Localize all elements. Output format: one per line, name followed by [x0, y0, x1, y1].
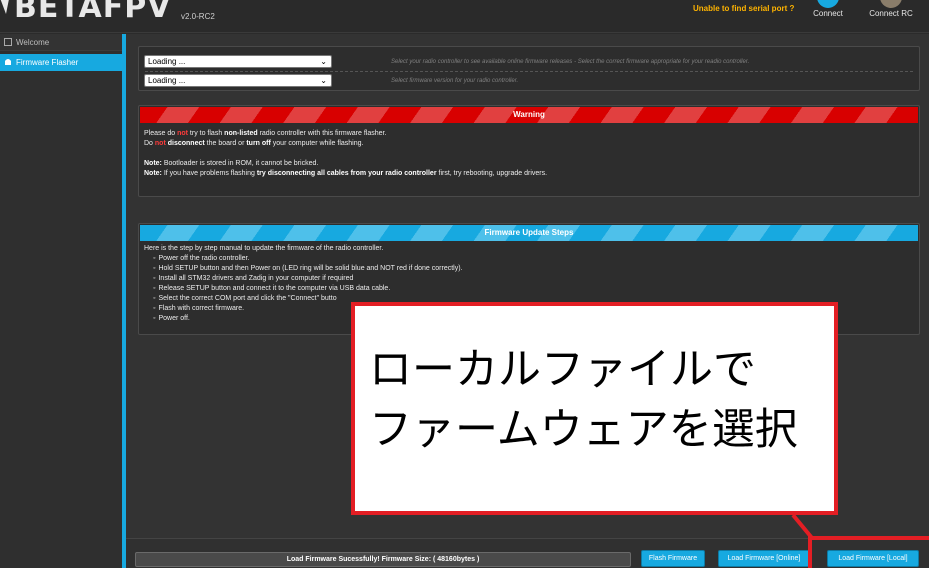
list-item: Power off the radio controller. — [158, 254, 463, 264]
connect-rc-icon — [880, 0, 902, 8]
note-text: first, try rebooting, upgrade drivers. — [436, 170, 548, 177]
sidebar-item-label: Welcome — [16, 38, 50, 47]
warning-bold: non-listed — [224, 130, 258, 137]
betafpv-logo-icon — [0, 0, 9, 14]
annotation-callout: ローカルファイルで ファームウェアを選択 — [351, 302, 838, 515]
warning-panel: Warning Please do not try to flash non-l… — [138, 105, 920, 197]
connect-icon — [817, 0, 839, 8]
app-header: BETAFPV v2.0-RC2 Unable to find serial p… — [0, 0, 929, 33]
warning-line-2: Do not disconnect the board or turn off … — [144, 139, 363, 149]
load-status: Load Firmware Sucessfully! Firmware Size… — [135, 552, 631, 567]
note-text: Bootloader is stored in ROM, it cannot b… — [161, 160, 319, 167]
note-bold: try disconnecting all cables from your r… — [256, 170, 437, 177]
radio-controller-hint: Select your radio controller to see avai… — [391, 59, 750, 65]
firmware-version-select[interactable]: Loading ... ⌄ — [144, 74, 332, 87]
connect-rc-label: Connect RC — [869, 9, 913, 18]
serial-port-message[interactable]: Unable to find serial port ? — [693, 4, 794, 13]
connect-rc-button[interactable]: Connect RC — [866, 0, 916, 33]
divider — [145, 71, 913, 72]
warning-bold: disconnect — [167, 140, 205, 147]
warning-text: your computer while flashing. — [270, 140, 364, 147]
app-logo: BETAFPV — [14, 0, 172, 25]
note-label: Note: — [144, 170, 162, 177]
warning-title: Warning — [140, 107, 918, 123]
firmware-version-hint: Select firmware version for your radio c… — [391, 78, 519, 84]
warning-bold: turn off — [246, 140, 271, 147]
firmware-version-select-value: Loading ... — [148, 76, 186, 85]
callout-line-1: ローカルファイルで — [369, 345, 756, 395]
warning-text: Please do — [144, 130, 178, 137]
warning-text: try to flash — [187, 130, 225, 137]
note-label: Note: — [144, 160, 162, 167]
android-icon — [5, 59, 11, 65]
app-version: v2.0-RC2 — [181, 12, 215, 21]
list-item: Hold SETUP button and then Power on (LED… — [158, 264, 462, 274]
list-item: Release SETUP button and connect it to t… — [158, 284, 463, 294]
callout-line-2: ファームウェアを選択 — [369, 405, 798, 455]
chevron-down-icon: ⌄ — [320, 76, 327, 85]
bottom-toolbar: Load Firmware Sucessfully! Firmware Size… — [126, 538, 929, 568]
warning-text: radio controller with this firmware flas… — [257, 130, 387, 137]
callout-text: ローカルファイルで ファームウェアを選択 — [369, 340, 798, 460]
note-text: If you have problems flashing — [161, 170, 257, 177]
warning-text: the board or — [204, 140, 247, 147]
warning-note-1: Note: Bootloader is stored in ROM, it ca… — [144, 159, 318, 169]
warning-text: Do — [144, 140, 155, 147]
radio-controller-select-value: Loading ... — [148, 57, 186, 66]
chevron-down-icon: ⌄ — [320, 57, 327, 66]
connect-label: Connect — [813, 9, 843, 18]
controller-select-panel: Loading ... ⌄ Select your radio controll… — [138, 46, 920, 91]
load-firmware-local-button[interactable]: Load Firmware [Local] — [827, 550, 919, 567]
warning-not: not — [154, 140, 166, 147]
warning-note-2: Note: If you have problems flashing try … — [144, 169, 547, 179]
radio-controller-select[interactable]: Loading ... ⌄ — [144, 55, 332, 68]
load-firmware-online-button[interactable]: Load Firmware [Online] — [718, 550, 810, 567]
warning-not: not — [177, 130, 188, 137]
connect-button[interactable]: Connect — [803, 0, 853, 33]
sidebar: Welcome Firmware Flasher — [0, 34, 122, 568]
sidebar-item-welcome[interactable]: Welcome — [0, 34, 122, 51]
sidebar-item-firmware-flasher[interactable]: Firmware Flasher — [0, 54, 122, 71]
steps-intro: Here is the step by step manual to updat… — [144, 245, 384, 252]
home-icon — [4, 38, 12, 46]
steps-title: Firmware Update Steps — [140, 225, 918, 241]
list-item: Install all STM32 drivers and Zadig in y… — [158, 274, 463, 284]
flash-firmware-button[interactable]: Flash Firmware — [641, 550, 705, 567]
warning-line-1: Please do not try to flash non-listed ra… — [144, 129, 386, 139]
sidebar-item-label: Firmware Flasher — [16, 58, 79, 67]
